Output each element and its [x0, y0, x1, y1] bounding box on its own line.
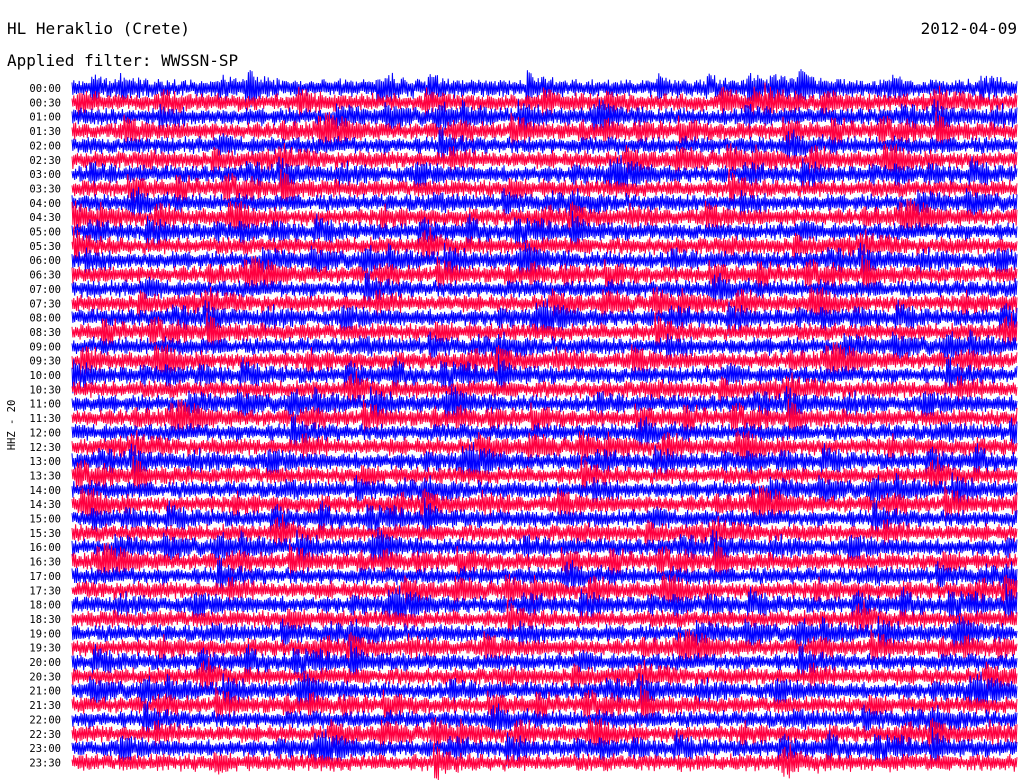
- time-label: 07:30: [29, 298, 61, 310]
- helicorder-plot: 00:00 00:30 01:00 01:30 02:00 02:30 03:00 03:30…: [6, 69, 1018, 780]
- time-label: 22:30: [29, 729, 61, 741]
- time-label: 04:00: [29, 198, 61, 210]
- time-label: 06:00: [29, 255, 61, 267]
- time-label: 18:30: [29, 614, 61, 626]
- time-label: 03:30: [29, 183, 61, 195]
- time-label: 14:30: [29, 499, 61, 511]
- time-label: 21:00: [29, 686, 61, 698]
- time-label: 16:00: [29, 542, 61, 554]
- time-label: 17:30: [29, 585, 61, 597]
- time-label: 12:00: [29, 427, 61, 439]
- time-label: 16:30: [29, 557, 61, 569]
- time-label: 02:00: [29, 140, 61, 152]
- time-label: 00:30: [29, 97, 61, 109]
- time-label: 02:30: [29, 155, 61, 167]
- time-label: 15:30: [29, 528, 61, 540]
- time-label: 20:30: [29, 671, 61, 683]
- time-label: 10:00: [29, 370, 61, 382]
- time-label: 04:30: [29, 212, 61, 224]
- time-label: 01:30: [29, 126, 61, 138]
- time-label: 13:00: [29, 456, 61, 468]
- time-label: 07:00: [29, 284, 61, 296]
- time-label: 17:00: [29, 571, 61, 583]
- time-label: 23:30: [29, 757, 61, 769]
- time-label: 22:00: [29, 714, 61, 726]
- time-label: 11:00: [29, 399, 61, 411]
- time-label: 05:30: [29, 241, 61, 253]
- time-label: 05:00: [29, 227, 61, 239]
- time-label: 20:00: [29, 657, 61, 669]
- time-label: 08:00: [29, 313, 61, 325]
- time-label: 19:00: [29, 628, 61, 640]
- time-label: 23:00: [29, 743, 61, 755]
- time-label: 01:00: [29, 112, 61, 124]
- time-label: 13:30: [29, 470, 61, 482]
- time-label: 14:00: [29, 485, 61, 497]
- trace-layer: [71, 69, 1018, 780]
- time-label: 18:00: [29, 600, 61, 612]
- time-label: 09:00: [29, 341, 61, 353]
- time-label: 12:30: [29, 442, 61, 454]
- time-label: 15:00: [29, 514, 61, 526]
- time-label: 09:30: [29, 356, 61, 368]
- time-label: 08:30: [29, 327, 61, 339]
- time-label: 21:30: [29, 700, 61, 712]
- time-label: 10:30: [29, 384, 61, 396]
- time-label: 03:00: [29, 169, 61, 181]
- time-label: 00:00: [29, 83, 61, 95]
- time-label-layer: 00:00 00:30 01:00 01:30 02:00 02:30 03:00 03:30…: [29, 83, 61, 769]
- channel-axis-label: HHZ - 20: [6, 400, 18, 451]
- time-label: 11:30: [29, 413, 61, 425]
- time-label: 06:30: [29, 270, 61, 282]
- time-label: 19:30: [29, 643, 61, 655]
